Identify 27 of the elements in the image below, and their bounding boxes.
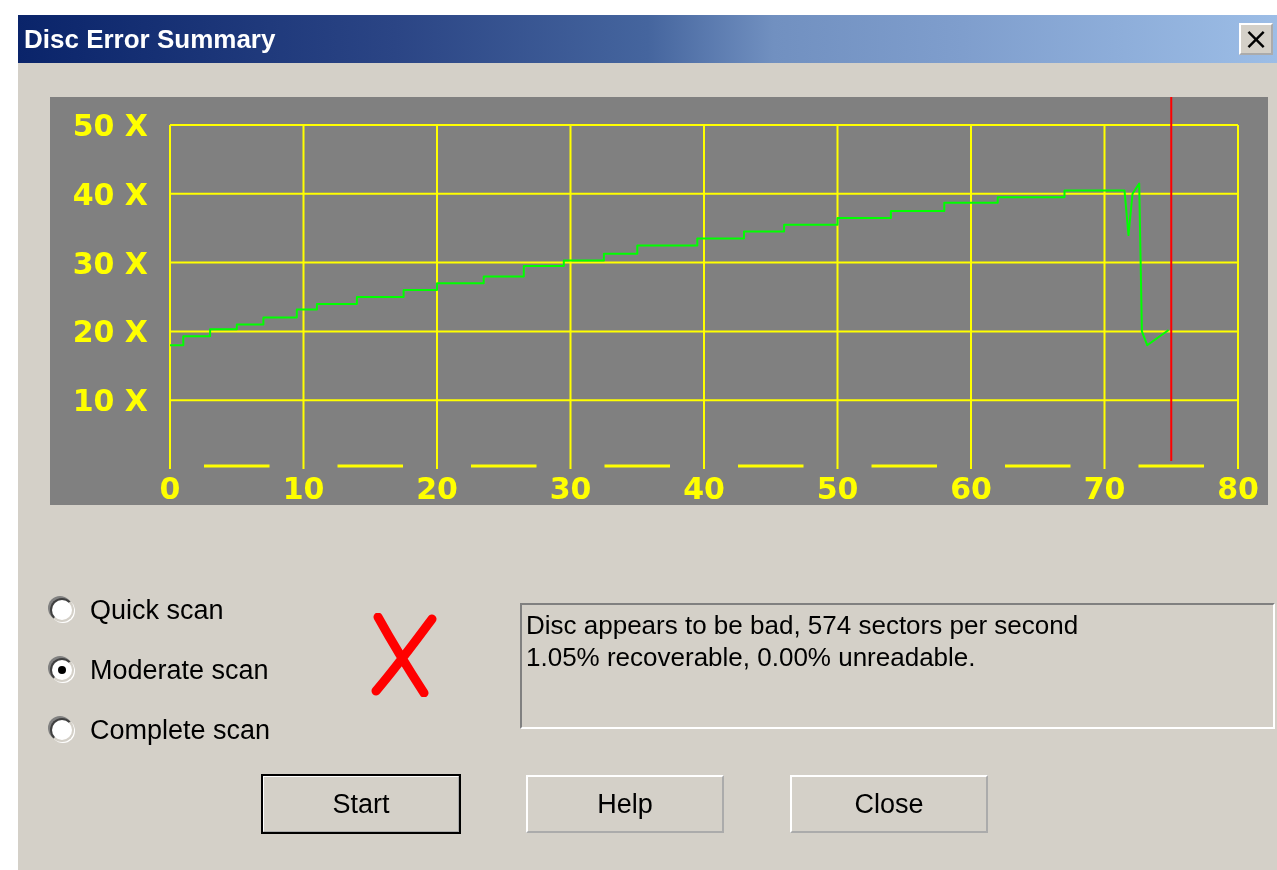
message-text: Disc appears to be bad, 574 sectors per second xyxy=(526,609,1080,641)
x-tick-label: 40 xyxy=(683,471,725,505)
radio-label[interactable]: Moderate scan xyxy=(90,654,269,686)
radio-label[interactable]: Quick scan xyxy=(90,594,224,626)
close-button[interactable]: × xyxy=(1239,23,1273,55)
message-text: 1.05% recoverable, 0.00% unreadable. xyxy=(526,641,977,673)
x-tick-label: 30 xyxy=(549,471,592,505)
x-tick-label: 20 xyxy=(416,471,458,505)
dialog-button[interactable]: Close xyxy=(790,775,988,833)
radio-label[interactable]: Complete scan xyxy=(90,714,271,746)
x-tick-label: 70 xyxy=(1083,471,1126,505)
radio-button[interactable] xyxy=(50,598,74,622)
dialog-button[interactable]: Help xyxy=(526,775,724,833)
y-tick-label: 20 X xyxy=(72,314,148,350)
radio-button[interactable] xyxy=(50,658,74,682)
x-tick-label: 60 xyxy=(950,471,992,505)
x-tick-label: 10 xyxy=(282,471,325,505)
x-tick-label: 0 xyxy=(159,471,181,505)
window-title: Disc Error Summary xyxy=(24,23,276,55)
y-tick-label: 30 X xyxy=(72,245,148,281)
x-tick-label: 80 xyxy=(1217,471,1259,505)
y-tick-label: 40 X xyxy=(72,176,148,212)
x-tick-label: 50 xyxy=(816,471,859,505)
y-tick-label: 50 X xyxy=(72,108,148,143)
radio-button[interactable] xyxy=(50,718,74,742)
y-tick-label: 10 X xyxy=(72,383,148,419)
dialog-button[interactable]: Start xyxy=(262,775,460,833)
